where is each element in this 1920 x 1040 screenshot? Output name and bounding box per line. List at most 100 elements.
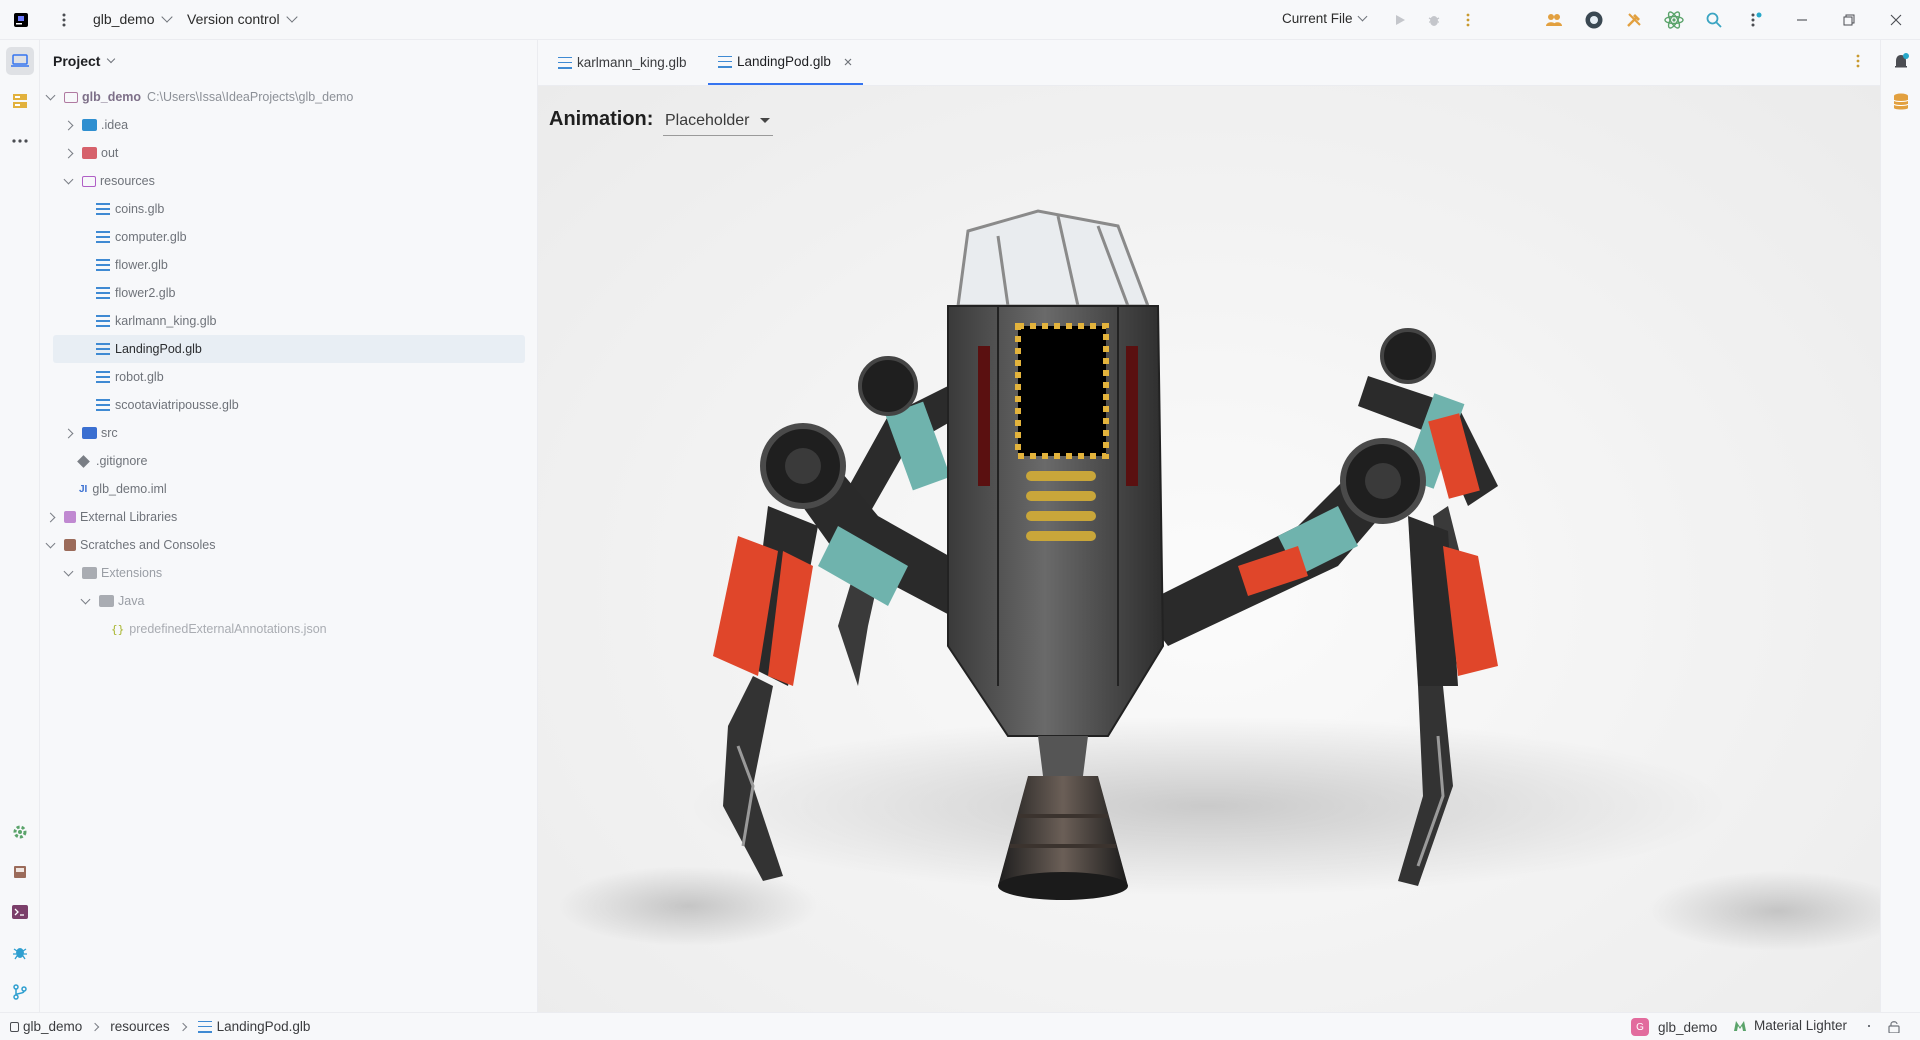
tree-item-label: Extensions <box>101 566 163 580</box>
breadcrumb-file[interactable]: LandingPod.glb <box>217 1019 311 1034</box>
restore-icon[interactable] <box>1839 10 1859 30</box>
tree-item-annotations[interactable]: {} predefinedExternalAnnotations.json <box>111 615 327 643</box>
build-tools-icon[interactable] <box>1624 10 1644 30</box>
root-label: glb_demo <box>82 90 142 104</box>
tree-item-resources[interactable]: resources <box>63 167 155 195</box>
minimize-icon[interactable] <box>1792 10 1812 30</box>
landing-pod-model <box>558 209 1880 951</box>
tree-item-coins[interactable]: coins.glb <box>96 195 164 223</box>
tree-item-idea[interactable]: .idea <box>63 111 128 139</box>
vcs-label: Version control <box>187 11 280 27</box>
collapsed-arrow-icon <box>63 428 74 438</box>
tree-item-label: flower2.glb <box>115 286 176 300</box>
main-menu-icon[interactable] <box>54 10 74 30</box>
left-tool-window-bar <box>0 40 40 1012</box>
tree-item-label: Java <box>118 594 145 608</box>
tree-item-iml[interactable]: JI glb_demo.iml <box>79 475 167 503</box>
tree-item-label: resources <box>100 174 155 188</box>
terminal-tool-button[interactable] <box>6 898 34 926</box>
status-project-widget[interactable]: G glb_demo <box>1631 1018 1717 1036</box>
code-with-me-icon[interactable] <box>1544 10 1564 30</box>
ground-shadow <box>1648 871 1880 951</box>
atom-plugin-icon[interactable] <box>1664 10 1684 30</box>
ground-shadow <box>688 716 1728 896</box>
debug-icon[interactable] <box>1424 10 1444 30</box>
folder-icon <box>82 119 97 131</box>
search-icon[interactable] <box>1704 10 1724 30</box>
project-panel-header[interactable]: Project <box>53 53 116 69</box>
tree-item-karlmann[interactable]: karlmann_king.glb <box>96 307 216 335</box>
breadcrumb-project[interactable]: glb_demo <box>23 1019 82 1034</box>
iml-file-icon: JI <box>79 483 88 495</box>
collapsed-arrow-icon <box>63 148 74 158</box>
project-tool-button[interactable] <box>6 47 34 75</box>
more-icon <box>12 139 28 143</box>
breadcrumb-folder[interactable]: resources <box>110 1019 169 1034</box>
tab-landingpod[interactable]: LandingPod.glb <box>708 40 863 85</box>
more-actions-icon[interactable] <box>1458 10 1478 30</box>
project-badge: G <box>1631 1018 1649 1036</box>
copilot-icon[interactable] <box>1584 10 1604 30</box>
run-icon[interactable] <box>1390 10 1410 30</box>
tree-item-external-libraries[interactable]: External Libraries <box>45 503 178 531</box>
glb-file-icon <box>96 343 110 355</box>
resources-folder-icon <box>82 175 96 187</box>
gitignore-file-icon <box>77 454 90 468</box>
git-branch-icon <box>13 984 27 1000</box>
theme-widget[interactable]: Material Lighter <box>1733 1018 1847 1033</box>
json-file-icon: {} <box>111 622 125 636</box>
problems-tool-button[interactable] <box>6 858 34 886</box>
close-window-icon[interactable] <box>1886 10 1906 30</box>
tree-item-src[interactable]: src <box>63 419 118 447</box>
tree-item-scratches[interactable]: Scratches and Consoles <box>45 531 216 559</box>
tree-item-label: External Libraries <box>80 510 178 524</box>
tree-item-flower2[interactable]: flower2.glb <box>96 279 175 307</box>
tree-item-label: computer.glb <box>115 230 187 244</box>
lock-icon[interactable] <box>1888 1020 1900 1036</box>
status-project-name: glb_demo <box>1658 1019 1718 1035</box>
tree-item-robot[interactable]: robot.glb <box>96 363 164 391</box>
services-tool-button[interactable] <box>6 818 34 846</box>
library-icon <box>64 511 76 523</box>
tab-options-icon[interactable] <box>1856 54 1860 73</box>
tree-item-out[interactable]: out <box>63 139 119 167</box>
glb-file-icon <box>96 371 110 383</box>
structure-tool-button[interactable] <box>6 87 34 115</box>
tree-item-label: robot.glb <box>115 370 164 384</box>
chevron-down-icon <box>1357 11 1367 22</box>
tab-label: karlmann_king.glb <box>577 55 687 70</box>
tree-item-computer[interactable]: computer.glb <box>96 223 187 251</box>
notifications-icon[interactable] <box>1892 53 1910 76</box>
tree-item-gitignore[interactable]: .gitignore <box>77 447 147 475</box>
run-config-label: Current File <box>1282 11 1353 26</box>
more-tool-windows-button[interactable] <box>6 127 34 155</box>
module-icon <box>10 1021 19 1032</box>
tree-item-root[interactable]: glb_demo C:\Users\Issa\IdeaProjects\glb_… <box>45 83 353 111</box>
glb-viewer[interactable]: Animation: Placeholder <box>538 86 1880 1012</box>
status-bar: glb_demo resources LandingPod.glb G glb_… <box>0 1012 1920 1040</box>
glb-file-icon <box>96 287 110 299</box>
tree-item-flower[interactable]: flower.glb <box>96 251 168 279</box>
database-icon[interactable] <box>1893 93 1909 116</box>
tree-item-extensions[interactable]: Extensions <box>63 559 163 587</box>
tree-item-label: out <box>101 146 119 160</box>
module-folder-icon <box>64 91 78 103</box>
tree-item-label: flower.glb <box>115 258 168 272</box>
vcs-menu[interactable]: Version control <box>187 11 298 27</box>
close-tab-icon[interactable] <box>844 58 852 66</box>
expand-arrow-icon <box>45 90 56 100</box>
tree-item-landingpod[interactable]: LandingPod.glb <box>53 335 525 363</box>
git-tool-button[interactable] <box>6 978 34 1006</box>
tree-item-java[interactable]: Java <box>80 587 145 615</box>
project-switcher[interactable]: glb_demo <box>93 11 173 27</box>
chevron-down-icon <box>107 54 116 64</box>
tree-item-scoot[interactable]: scootaviatripousse.glb <box>96 391 239 419</box>
material-theme-icon <box>1734 1020 1746 1031</box>
tab-karlmann[interactable]: karlmann_king.glb <box>548 40 718 85</box>
run-config-selector[interactable]: Current File <box>1282 11 1367 26</box>
expand-arrow-icon <box>45 538 56 548</box>
app-logo-icon[interactable] <box>11 10 31 30</box>
settings-menu-icon[interactable] <box>1746 10 1766 30</box>
gear-icon <box>13 825 27 839</box>
debug-tool-button[interactable] <box>6 938 34 966</box>
